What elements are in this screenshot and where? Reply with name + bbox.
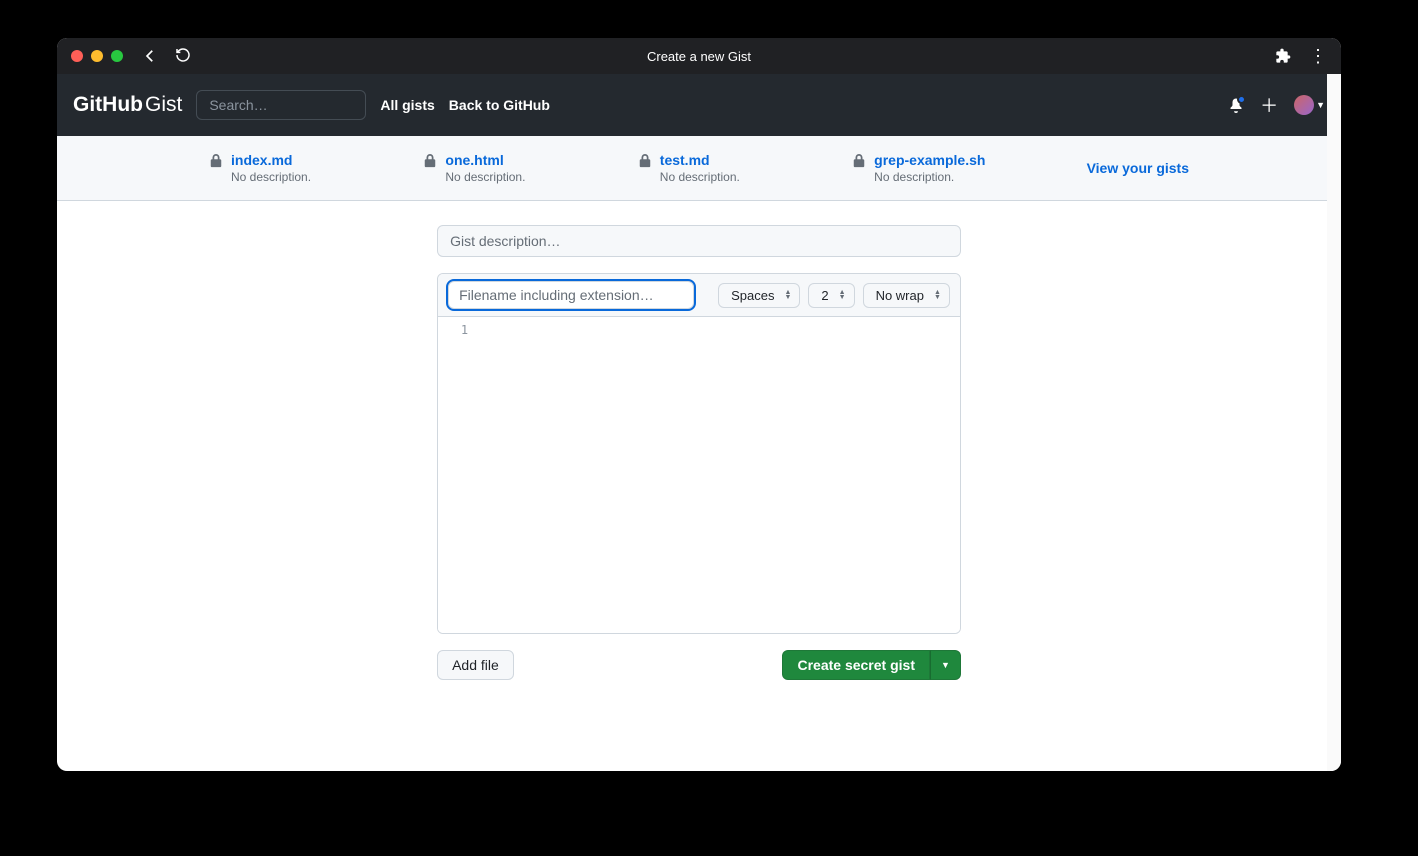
reload-icon[interactable] — [175, 47, 191, 65]
gist-description-input[interactable] — [437, 225, 961, 257]
page-title: Create a new Gist — [647, 49, 751, 64]
browser-window: Create a new Gist ⋮ GitHub Gist Search… … — [57, 38, 1341, 771]
gist-form: Spaces ▲▼ 2 ▲▼ No wrap ▲▼ 1 — [429, 225, 969, 680]
lock-icon — [852, 154, 866, 168]
filename-input[interactable] — [448, 281, 694, 309]
gist-name: one.html — [445, 152, 525, 168]
user-menu[interactable]: ▼ — [1294, 95, 1325, 115]
create-secret-gist-button[interactable]: Create secret gist — [782, 650, 930, 680]
github-gist-logo[interactable]: GitHub Gist — [73, 93, 182, 117]
avatar — [1294, 95, 1314, 115]
create-button[interactable]: ＋ — [1260, 92, 1278, 118]
gist-description: No description. — [231, 170, 311, 184]
logo-thin: Gist — [145, 93, 182, 117]
nav-back-to-github[interactable]: Back to GitHub — [449, 97, 550, 113]
search-placeholder: Search… — [209, 97, 267, 113]
create-gist-dropdown[interactable]: ▼ — [930, 650, 961, 680]
gist-description: No description. — [445, 170, 525, 184]
recent-gists-bar: index.md No description. one.html No des… — [57, 136, 1341, 201]
code-editor[interactable]: 1 — [438, 317, 960, 633]
wrap-mode-value: No wrap — [876, 288, 924, 303]
nav-all-gists[interactable]: All gists — [380, 97, 434, 113]
scrollbar[interactable] — [1327, 74, 1341, 771]
line-number: 1 — [438, 323, 468, 337]
gist-name: test.md — [660, 152, 740, 168]
file-panel: Spaces ▲▼ 2 ▲▼ No wrap ▲▼ 1 — [437, 273, 961, 634]
select-arrows-icon: ▲▼ — [934, 290, 941, 300]
notification-badge — [1237, 95, 1246, 104]
close-window-button[interactable] — [71, 50, 83, 62]
minimize-window-button[interactable] — [91, 50, 103, 62]
browser-menu-icon[interactable]: ⋮ — [1309, 47, 1327, 65]
indent-size-select[interactable]: 2 ▲▼ — [808, 283, 854, 308]
file-header: Spaces ▲▼ 2 ▲▼ No wrap ▲▼ — [438, 274, 960, 317]
recent-gist-item[interactable]: one.html No description. — [423, 152, 637, 184]
lock-icon — [209, 154, 223, 168]
recent-gist-item[interactable]: index.md No description. — [209, 152, 423, 184]
view-your-gists-link[interactable]: View your gists — [1087, 160, 1189, 176]
lock-icon — [638, 154, 652, 168]
add-file-button[interactable]: Add file — [437, 650, 514, 680]
browser-toolbar: Create a new Gist ⋮ — [57, 38, 1341, 74]
recent-gist-item[interactable]: test.md No description. — [638, 152, 852, 184]
select-arrows-icon: ▲▼ — [839, 290, 846, 300]
logo-bold: GitHub — [73, 93, 143, 117]
lock-icon — [423, 154, 437, 168]
indent-size-value: 2 — [821, 288, 828, 303]
indent-mode-value: Spaces — [731, 288, 774, 303]
window-controls — [71, 50, 123, 62]
caret-down-icon: ▼ — [1316, 100, 1325, 110]
gist-name: index.md — [231, 152, 311, 168]
caret-down-icon: ▼ — [941, 660, 950, 670]
gist-description: No description. — [874, 170, 985, 184]
wrap-mode-select[interactable]: No wrap ▲▼ — [863, 283, 950, 308]
notifications-button[interactable] — [1228, 97, 1244, 113]
search-input[interactable]: Search… — [196, 90, 366, 120]
gist-description: No description. — [660, 170, 740, 184]
gist-name: grep-example.sh — [874, 152, 985, 168]
select-arrows-icon: ▲▼ — [784, 290, 791, 300]
site-header: GitHub Gist Search… All gists Back to Gi… — [57, 74, 1341, 136]
code-textarea[interactable] — [480, 317, 960, 633]
indent-mode-select[interactable]: Spaces ▲▼ — [718, 283, 800, 308]
extensions-icon[interactable] — [1275, 48, 1291, 64]
back-icon[interactable] — [141, 47, 159, 65]
recent-gist-item[interactable]: grep-example.sh No description. — [852, 152, 1066, 184]
maximize-window-button[interactable] — [111, 50, 123, 62]
line-gutter: 1 — [438, 317, 480, 633]
